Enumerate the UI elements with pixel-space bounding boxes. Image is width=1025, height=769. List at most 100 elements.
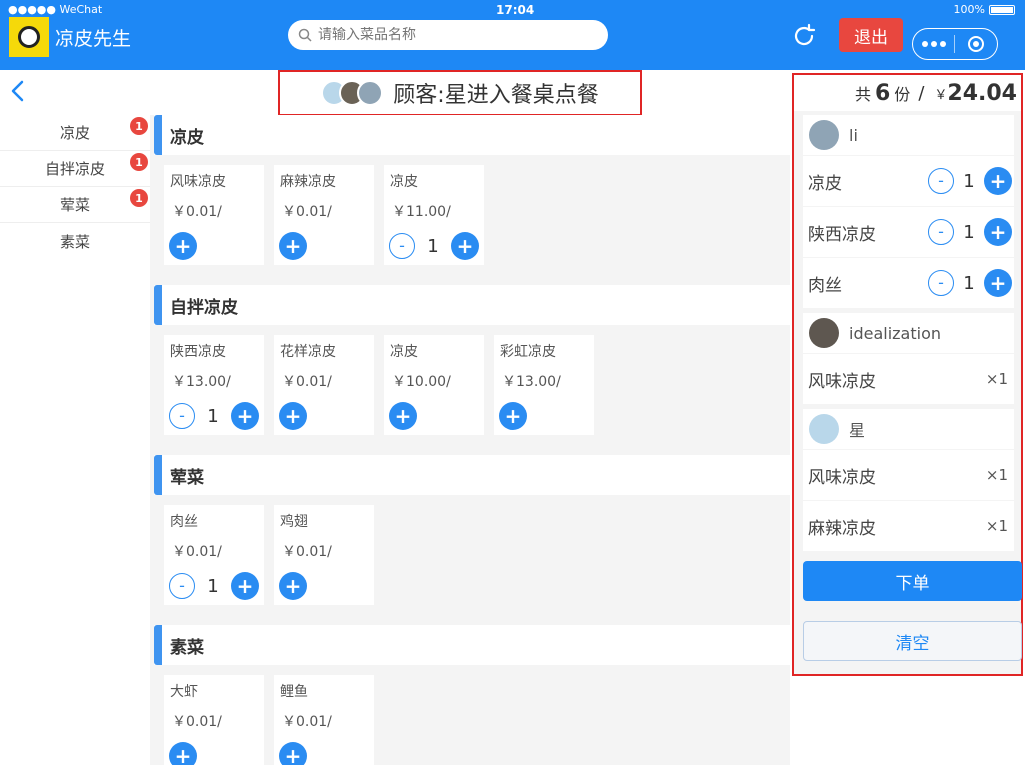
cart-list: li 凉皮 -1 + 陕西凉皮 -1 + 肉丝 -1 + idealization 风… [803, 115, 1014, 552]
cart-item-quantity: 1 [963, 272, 975, 294]
back-arrow-icon[interactable] [8, 78, 28, 104]
section-title: 荤菜 [170, 467, 204, 488]
menu-list[interactable]: 凉皮 风味凉皮 ￥0.01/ + 麻辣凉皮 ￥0.01/ + 凉皮 ￥11.00… [150, 115, 790, 765]
add-button[interactable]: + [169, 232, 197, 260]
section-title: 自拌凉皮 [170, 297, 238, 318]
add-button[interactable]: + [451, 232, 479, 260]
refresh-icon [794, 23, 816, 46]
category-sidebar: 凉皮 1 自拌凉皮 1 荤菜 1 素菜 [0, 115, 150, 259]
add-button[interactable]: + [279, 232, 307, 260]
add-button[interactable]: + [231, 402, 259, 430]
category-badge: 1 [130, 153, 148, 171]
remove-button[interactable]: - [169, 573, 195, 599]
cart-item-row: 麻辣凉皮 ×1 [803, 501, 1014, 551]
logout-button[interactable]: 退出 [839, 18, 903, 52]
dish-name: 凉皮 [390, 174, 418, 190]
add-button[interactable]: + [984, 167, 1012, 195]
cart-item-name: 陕西凉皮 [808, 224, 876, 245]
category-item[interactable]: 素菜 [0, 223, 150, 259]
dish-card: 彩虹凉皮 ￥13.00/ + [494, 335, 594, 435]
section-header: 荤菜 [154, 455, 790, 495]
add-button[interactable]: + [231, 572, 259, 600]
clear-cart-button[interactable]: 清空 [803, 621, 1022, 661]
add-button[interactable]: + [984, 218, 1012, 246]
section-header: 自拌凉皮 [154, 285, 790, 325]
count-prefix: 共 [854, 85, 871, 104]
cart-item-name: 肉丝 [808, 275, 842, 296]
dish-name: 大虾 [170, 684, 198, 700]
dish-price: ￥0.01/ [282, 544, 332, 560]
dish-price: ￥10.00/ [392, 374, 451, 390]
app-title: 凉皮先生 [55, 28, 132, 50]
search-bar[interactable] [288, 20, 608, 50]
category-label: 凉皮 [59, 124, 90, 142]
dish-card: 凉皮 ￥11.00/ -1 + [384, 165, 484, 265]
remove-button[interactable]: - [928, 270, 954, 296]
dish-quantity: 1 [427, 235, 439, 257]
status-carrier: ●●●●● WeChat [8, 3, 103, 16]
search-icon [298, 28, 312, 42]
dish-price: ￥11.00/ [392, 204, 451, 220]
add-button[interactable]: + [279, 402, 307, 430]
cart-user-name: idealization [849, 323, 941, 343]
section-header: 凉皮 [154, 115, 790, 155]
total-price: 24.04 [947, 80, 1017, 106]
dish-price: ￥0.01/ [282, 714, 332, 730]
category-item[interactable]: 自拌凉皮 1 [0, 151, 150, 187]
dish-name: 花样凉皮 [280, 344, 336, 360]
remove-button[interactable]: - [928, 168, 954, 194]
section-header: 素菜 [154, 625, 790, 665]
cart-item-name: 风味凉皮 [808, 467, 876, 488]
place-order-button[interactable]: 下单 [803, 561, 1022, 601]
dish-card: 花样凉皮 ￥0.01/ + [274, 335, 374, 435]
cart-panel: 共 6 份 / ￥ 24.04 li 凉皮 -1 + 陕西凉皮 -1 + 肉丝 -1… [792, 73, 1023, 676]
category-label: 荤菜 [59, 196, 90, 214]
dish-name: 麻辣凉皮 [280, 174, 336, 190]
guest-avatars [321, 80, 384, 106]
dish-card: 风味凉皮 ￥0.01/ + [164, 165, 264, 265]
category-badge: 1 [130, 189, 148, 207]
miniprogram-capsule [912, 28, 998, 60]
add-button[interactable]: + [279, 572, 307, 600]
dish-price: ￥0.01/ [172, 204, 222, 220]
cart-user-row: idealization [803, 313, 1014, 353]
cart-item-name: 风味凉皮 [808, 371, 876, 392]
remove-button[interactable]: - [928, 219, 954, 245]
category-badge: 1 [130, 117, 148, 135]
remove-button[interactable]: - [169, 403, 195, 429]
cart-item-quantity: ×1 [985, 466, 1008, 484]
dish-quantity: 1 [207, 575, 219, 597]
cart-item-quantity: ×1 [985, 370, 1008, 388]
avatar [357, 80, 384, 106]
close-miniprogram-icon[interactable] [955, 35, 997, 53]
more-menu-icon[interactable] [913, 41, 954, 47]
section-title: 凉皮 [170, 127, 204, 148]
add-button[interactable]: + [499, 402, 527, 430]
search-input[interactable] [318, 27, 588, 43]
remove-button[interactable]: - [389, 233, 415, 259]
dish-quantity: 1 [207, 405, 219, 427]
add-button[interactable]: + [279, 742, 307, 765]
add-button[interactable]: + [389, 402, 417, 430]
refresh-button[interactable] [788, 20, 820, 52]
category-item[interactable]: 荤菜 1 [0, 187, 150, 223]
cart-item-row: 风味凉皮 ×1 [803, 450, 1014, 500]
category-label: 自拌凉皮 [44, 160, 105, 178]
currency-symbol: ￥ [934, 87, 948, 103]
avatar [809, 318, 839, 348]
dish-card: 肉丝 ￥0.01/ -1 + [164, 505, 264, 605]
avatar [809, 120, 839, 150]
avatar [809, 414, 839, 444]
add-button[interactable]: + [984, 269, 1012, 297]
battery-percent: 100% [953, 3, 985, 16]
dish-price: ￥0.01/ [172, 544, 222, 560]
cart-user-name: li [849, 125, 858, 145]
dish-name: 彩虹凉皮 [500, 344, 556, 360]
dish-name: 鸡翅 [280, 514, 308, 530]
summary-slash: / [918, 82, 925, 104]
cart-summary: 共 6 份 / ￥ 24.04 [794, 75, 1021, 111]
add-button[interactable]: + [169, 742, 197, 765]
section-title: 素菜 [170, 637, 204, 658]
category-item[interactable]: 凉皮 1 [0, 115, 150, 151]
dish-price: ￥13.00/ [502, 374, 561, 390]
